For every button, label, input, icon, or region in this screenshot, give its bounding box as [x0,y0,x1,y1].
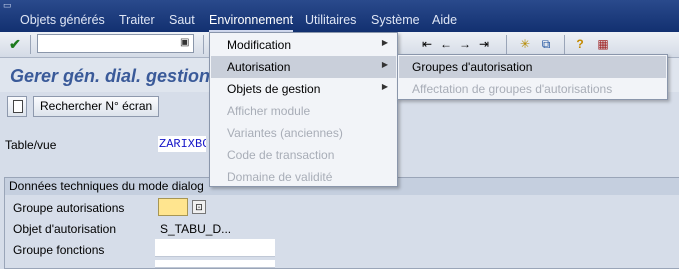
autorisation-submenu: Groupes d'autorisation Affectation de gr… [397,54,668,100]
auth-group-input[interactable] [158,198,188,216]
layout-icon[interactable]: ✳ [516,35,534,53]
menu-item-label: Domaine de validité [227,170,333,184]
help-icon[interactable]: ? [571,35,589,53]
menu-item-variantes: Variantes (anciennes) [211,122,396,144]
toolbar-separator [203,35,204,54]
function-group-label: Groupe fonctions [13,243,105,257]
menu-item-label: Code de transaction [227,148,335,162]
table-label: Table/vue [5,138,57,152]
menu-environnement[interactable]: Environnement [209,12,294,32]
menu-item-autorisation[interactable]: Autorisation ▶ [211,56,396,78]
submenu-arrow-icon: ▶ [381,60,388,69]
page-title: Gerer gén. dial. gestion [10,66,211,86]
menu-item-objets-de-gestion[interactable]: Objets de gestion ▶ [211,78,396,100]
next-field-input[interactable] [155,260,275,268]
dialog-technical-data-group: Données techniques du mode dialog Groupe… [4,177,679,269]
function-group-input[interactable] [155,239,275,257]
submenu-item-affectation-groupes: Affectation de groupes d'autorisations [399,78,666,100]
menu-item-modification[interactable]: Modification ▶ [211,34,396,56]
menu-item-label: Objets de gestion [227,82,321,96]
auth-object-label: Objet d'autorisation [13,222,117,236]
shortcut-icon[interactable]: ⧉ [537,35,555,53]
submenu-item-groupes-autorisation[interactable]: Groupes d'autorisation [399,56,666,78]
table-value: ZARIXBC [158,136,206,152]
value-help-icon[interactable]: ⊡ [192,200,206,214]
page-prev-icon[interactable]: ← [437,35,455,53]
system-menu-icon[interactable]: ▭ [3,1,13,10]
menu-objets-generes[interactable]: Objets générés [20,12,105,28]
menu-utilitaires[interactable]: Utilitaires [305,12,356,28]
toolbar-separator [30,35,31,54]
auth-group-label: Groupe autorisations [13,201,125,215]
command-field[interactable] [37,34,194,53]
page-last-icon[interactable]: ⇥ [475,35,493,53]
menu-systeme[interactable]: Système [371,12,420,28]
new-document-icon [13,100,23,113]
menu-item-label: Modification [227,38,292,52]
submenu-arrow-icon: ▶ [381,38,388,47]
menu-item-code-de-transaction: Code de transaction [211,144,396,166]
page-first-icon[interactable]: ⇤ [418,35,436,53]
new-document-button[interactable] [7,96,27,117]
auth-object-value: S_TABU_D... [160,222,232,236]
menu-saut[interactable]: Saut [169,12,195,28]
menu-aide[interactable]: Aide [432,12,457,28]
toolbar-separator [506,35,507,54]
page-next-icon[interactable]: → [456,35,474,53]
search-screen-button[interactable]: Rechercher N° écran [33,96,160,117]
command-history-icon[interactable]: ▣ [180,37,189,48]
customize-icon[interactable]: ▦ [594,35,612,53]
menu-bar: ▭ Objets générés Traiter Saut Environnem… [0,0,679,32]
menu-item-label: Afficher module [227,104,311,118]
menu-traiter[interactable]: Traiter [119,12,155,28]
menu-item-label: Variantes (anciennes) [227,126,343,140]
submenu-item-label: Groupes d'autorisation [412,60,533,74]
menu-item-label: Autorisation [227,60,291,74]
menu-item-domaine-de-validite: Domaine de validité [211,166,396,188]
check-icon[interactable]: ✔ [6,35,24,53]
toolbar-separator [564,35,565,54]
menu-item-afficher-module: Afficher module [211,100,396,122]
submenu-arrow-icon: ▶ [381,82,388,91]
environnement-dropdown: Modification ▶ Autorisation ▶ Objets de … [209,32,398,187]
group-title: Données techniques du mode dialog [9,179,204,193]
submenu-item-label: Affectation de groupes d'autorisations [412,82,613,96]
